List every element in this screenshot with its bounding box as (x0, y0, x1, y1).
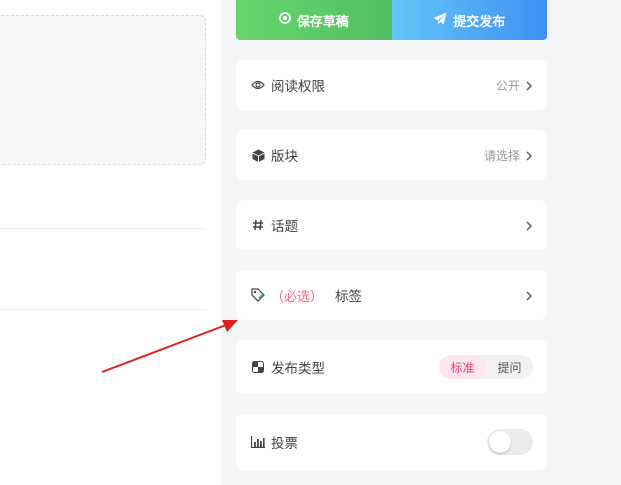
action-bar: 保存草稿 提交发布 (236, 0, 547, 40)
vote-toggle[interactable] (487, 429, 533, 455)
save-draft-label: 保存草稿 (296, 14, 349, 30)
required-mark: （必选） (271, 289, 324, 305)
read-permission-label: 阅读权限 (271, 79, 325, 95)
section-label: 版块 (271, 149, 298, 165)
post-type-row: 发布类型 标准 提问 (236, 340, 547, 394)
read-permission-row[interactable]: 阅读权限 公开 (236, 60, 547, 110)
tags-label: 标签 (335, 289, 363, 305)
chevron-right-icon (525, 80, 533, 91)
tags-row[interactable]: （必选） 标签 (236, 270, 547, 320)
chevron-right-icon (525, 220, 533, 231)
post-type-option-question[interactable]: 提问 (486, 355, 533, 379)
chevron-right-icon (525, 150, 533, 161)
toggle-knob (489, 431, 511, 453)
divider (0, 228, 206, 229)
vote-row: 投票 (236, 414, 547, 470)
vote-label: 投票 (271, 436, 298, 452)
bar-chart-icon (251, 435, 265, 449)
tag-icon (251, 288, 265, 302)
eye-icon (251, 78, 265, 92)
topic-row[interactable]: 话题 (236, 200, 547, 250)
divider (0, 309, 206, 310)
hashtag-icon (251, 218, 265, 232)
cover-upload-area[interactable] (0, 15, 206, 165)
post-type-segmented-control: 标准 提问 (439, 355, 533, 379)
cube-icon (251, 148, 265, 162)
section-row[interactable]: 版块 请选择 (236, 130, 547, 180)
record-icon (278, 12, 291, 28)
submit-post-button[interactable]: 提交发布 (391, 0, 547, 40)
post-type-label: 发布类型 (271, 361, 325, 377)
chevron-right-icon (525, 290, 533, 301)
section-value: 请选择 (483, 148, 520, 163)
read-permission-value: 公开 (495, 78, 520, 93)
post-type-option-standard[interactable]: 标准 (439, 355, 486, 379)
checkerboard-icon (251, 360, 265, 374)
submit-post-label: 提交发布 (453, 14, 506, 30)
topic-label: 话题 (271, 219, 298, 235)
save-draft-button[interactable]: 保存草稿 (236, 0, 392, 40)
send-icon (433, 12, 447, 29)
editor-panel (0, 0, 221, 485)
